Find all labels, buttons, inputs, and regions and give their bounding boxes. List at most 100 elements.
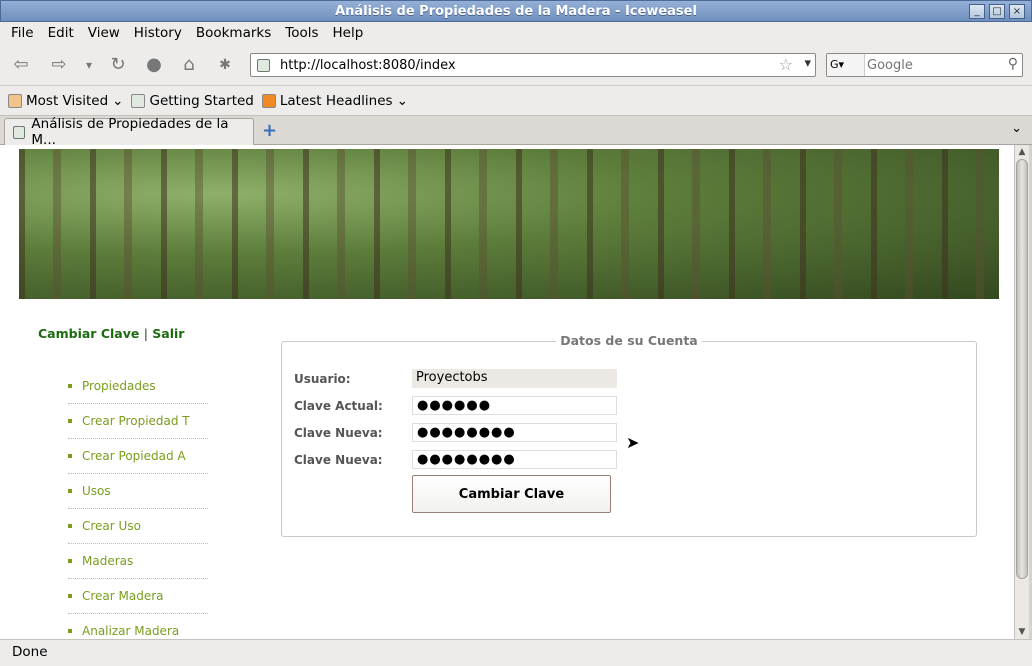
usernav-separator: |	[143, 326, 148, 341]
home-icon[interactable]: ⌂	[176, 52, 202, 78]
bookmarks-toolbar: Most Visited ⌄ Getting Started Latest Hea…	[0, 86, 1032, 116]
scroll-down-icon[interactable]: ▼	[1015, 625, 1029, 639]
menu-edit[interactable]: Edit	[41, 22, 81, 44]
scrollbar-thumb[interactable]	[1016, 159, 1028, 579]
change-password-link[interactable]: Cambiar Clave	[38, 326, 139, 341]
new-tab-icon[interactable]: +	[262, 120, 277, 141]
sidebar-item-label: Crear Popiedad A	[82, 449, 186, 463]
status-bar: Done	[0, 639, 1032, 666]
minimize-icon[interactable]: _	[969, 4, 985, 19]
page-content: Cambiar Clave | Salir Propiedades Crear …	[0, 145, 1014, 639]
new-password-label: Clave Nueva:	[294, 425, 383, 440]
sidebar-item-crear-madera[interactable]: Crear Madera	[68, 579, 208, 614]
bullet-icon	[68, 559, 72, 563]
tab-list-icon[interactable]: ⌄	[1011, 121, 1022, 136]
extension-icon[interactable]: ✱	[212, 52, 238, 78]
bookmark-label: Getting Started	[149, 92, 254, 109]
mouse-cursor-icon: ➤	[626, 433, 640, 452]
window-titlebar: Análisis de Propiedades de la Madera - I…	[0, 0, 1032, 22]
user-nav: Cambiar Clave | Salir	[38, 326, 184, 341]
history-dropdown-icon[interactable]: ▾	[76, 52, 102, 78]
confirm-password-label: Clave Nueva:	[294, 452, 383, 467]
row-confirm-password: Clave Nueva: ●●●●●●●●	[294, 450, 617, 469]
bookmark-most-visited[interactable]: Most Visited ⌄	[8, 93, 123, 109]
tab-label: Análisis de Propiedades de la M...	[31, 116, 229, 148]
bookmark-latest-headlines[interactable]: Latest Headlines ⌄	[261, 92, 408, 109]
sidebar-item-label: Maderas	[82, 554, 134, 568]
search-box[interactable]: G▾ ⚲	[826, 53, 1023, 77]
row-new-password: Clave Nueva: ●●●●●●●●	[294, 423, 617, 442]
vertical-scrollbar[interactable]: ▲ ▼	[1014, 145, 1029, 639]
bullet-icon	[68, 454, 72, 458]
current-password-label: Clave Actual:	[294, 398, 383, 413]
bullet-icon	[68, 629, 72, 633]
rss-icon	[261, 93, 276, 108]
sidebar-item-label: Crear Propiedad T	[82, 414, 190, 428]
menu-view[interactable]: View	[81, 22, 127, 44]
stop-icon[interactable]: ●	[141, 52, 167, 78]
sidebar-item-crear-popiedad-a[interactable]: Crear Popiedad A	[68, 439, 208, 474]
row-current-password: Clave Actual: ●●●●●●	[294, 396, 617, 415]
most-visited-icon	[8, 93, 22, 108]
navigation-toolbar: ⇦ ⇨ ▾ ↻ ● ⌂ ✱ http://localhost:8080/inde…	[0, 44, 1032, 86]
row-user: Usuario: Proyectobs	[294, 369, 617, 388]
sidebar-item-label: Propiedades	[82, 379, 156, 393]
current-password-field[interactable]: ●●●●●●	[412, 396, 617, 415]
forward-icon[interactable]: ⇨	[46, 52, 72, 78]
status-text: Done	[12, 644, 48, 660]
window-title: Análisis de Propiedades de la Madera - I…	[335, 4, 697, 19]
reload-icon[interactable]: ↻	[105, 52, 131, 78]
search-icon[interactable]: ⚲	[1008, 56, 1018, 72]
back-icon[interactable]: ⇦	[8, 52, 34, 78]
search-input[interactable]	[867, 56, 1002, 74]
menu-bookmarks[interactable]: Bookmarks	[189, 22, 278, 44]
chevron-down-icon: ⌄	[112, 92, 124, 109]
sidebar-item-analizar-madera[interactable]: Analizar Madera	[68, 614, 208, 639]
sidebar-item-label: Crear Uso	[82, 519, 141, 533]
url-dropdown-icon[interactable]: ▾	[804, 56, 811, 71]
bookmark-label: Most Visited	[26, 92, 109, 109]
site-favicon-icon	[13, 125, 26, 139]
sidebar-item-crear-uso[interactable]: Crear Uso	[68, 509, 208, 544]
sidebar-item-propiedades[interactable]: Propiedades	[68, 369, 208, 404]
sidebar-item-label: Usos	[82, 484, 111, 498]
bullet-icon	[68, 384, 72, 388]
bookmark-label: Latest Headlines	[279, 92, 393, 109]
menu-history[interactable]: History	[127, 22, 189, 44]
chevron-down-icon: ⌄	[396, 92, 408, 109]
sidebar-item-label: Analizar Madera	[82, 624, 180, 638]
sidebar-item-usos[interactable]: Usos	[68, 474, 208, 509]
search-engine-icon[interactable]: G▾	[827, 54, 865, 76]
tab-active[interactable]: Análisis de Propiedades de la M...	[4, 116, 254, 148]
menu-file[interactable]: File	[4, 22, 41, 44]
user-field: Proyectobs	[412, 369, 617, 388]
sidebar-item-maderas[interactable]: Maderas	[68, 544, 208, 579]
change-password-button[interactable]: Cambiar Clave	[412, 475, 611, 513]
menu-help[interactable]: Help	[326, 22, 371, 44]
tab-bar: Análisis de Propiedades de la M... + ⌄	[0, 116, 1032, 148]
scroll-up-icon[interactable]: ▲	[1015, 145, 1029, 159]
logout-link[interactable]: Salir	[152, 326, 184, 341]
bullet-icon	[68, 524, 72, 528]
form-legend-text: Datos de su Cuenta	[556, 333, 702, 348]
form-legend: Datos de su Cuenta	[282, 333, 976, 349]
sidebar-menu: Propiedades Crear Propiedad T Crear Popi…	[68, 369, 208, 639]
menu-tools[interactable]: Tools	[278, 22, 325, 44]
url-bar[interactable]: http://localhost:8080/index ☆ ▾	[250, 53, 816, 77]
bullet-icon	[68, 419, 72, 423]
user-label: Usuario:	[294, 371, 351, 386]
sidebar-item-label: Crear Madera	[82, 589, 164, 603]
maximize-icon[interactable]: □	[989, 4, 1005, 19]
url-text[interactable]: http://localhost:8080/index	[280, 58, 456, 73]
confirm-password-field[interactable]: ●●●●●●●●	[412, 450, 617, 469]
menubar: File Edit View History Bookmarks Tools H…	[0, 22, 1032, 44]
forest-banner-image	[19, 149, 999, 299]
bookmark-getting-started[interactable]: Getting Started	[131, 92, 254, 109]
new-password-field[interactable]: ●●●●●●●●	[412, 423, 617, 442]
page-icon	[131, 93, 146, 108]
site-favicon-icon	[257, 59, 270, 72]
bookmark-star-icon[interactable]: ☆	[779, 55, 793, 74]
close-icon[interactable]: ×	[1009, 4, 1025, 19]
sidebar-item-crear-propiedad-t[interactable]: Crear Propiedad T	[68, 404, 208, 439]
bullet-icon	[68, 594, 72, 598]
